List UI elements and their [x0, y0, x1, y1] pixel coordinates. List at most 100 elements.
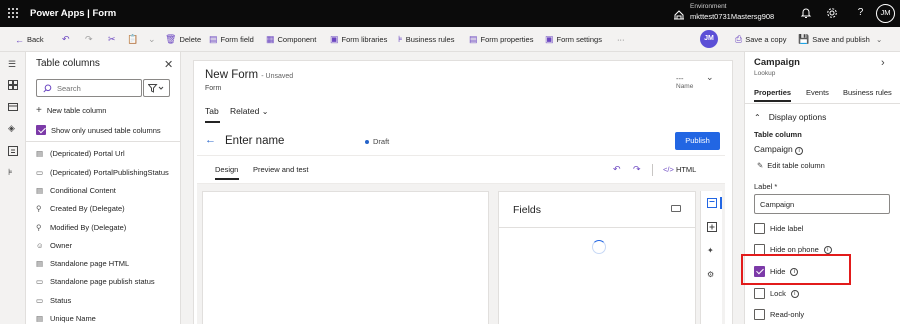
cut-button[interactable]: ✂	[108, 27, 116, 52]
tab-properties[interactable]: Properties	[754, 88, 791, 97]
show-unused-checkbox[interactable]: Show only unused table columns	[36, 125, 161, 135]
layers-icon[interactable]: ◈	[8, 123, 18, 133]
close-icon[interactable]: ✕	[164, 58, 173, 71]
html-button[interactable]: </> HTML	[663, 165, 696, 174]
notifications-icon[interactable]	[800, 7, 813, 20]
redo-button[interactable]: ↷	[85, 27, 93, 52]
header-field-value[interactable]: ---	[676, 74, 684, 83]
column-item[interactable]: ⚲ Modified By (Delegate)	[36, 223, 126, 232]
table-columns-icon[interactable]	[8, 102, 18, 112]
tab-events[interactable]: Events	[806, 88, 829, 97]
fields-toggle-icon[interactable]	[671, 205, 681, 212]
read-only-checkbox[interactable]: Read-only	[754, 309, 804, 320]
top-bar: Power Apps | Form Environment mkttest073…	[0, 0, 900, 27]
label-input[interactable]: Campaign	[754, 194, 890, 214]
redo-icon[interactable]: ↷	[633, 164, 641, 175]
back-button[interactable]: ← Back	[15, 27, 44, 52]
component-button[interactable]: ▦ Component	[266, 27, 316, 52]
record-name[interactable]: Enter name	[225, 135, 284, 147]
add-component-icon[interactable]	[707, 222, 717, 232]
app-launcher-icon[interactable]	[7, 7, 19, 19]
chevron-down-icon[interactable]: ⌄	[706, 72, 714, 83]
form-libraries-button[interactable]: ▣ Form libraries	[330, 27, 387, 52]
tools-icon[interactable]: ⚙	[707, 270, 717, 280]
editor-tabs: Design Preview and test ↶ ↷ </> HTML	[197, 156, 725, 184]
undo-icon: ↶	[62, 34, 70, 44]
form-field-icon: ▤	[209, 34, 218, 44]
tab-active-indicator	[754, 100, 791, 102]
publish-button[interactable]: Publish	[675, 132, 720, 150]
form-field-button[interactable]: ▤ Form field	[209, 27, 254, 52]
back-arrow-icon[interactable]: ←	[205, 134, 216, 146]
new-table-column-button[interactable]: + New table column	[36, 105, 106, 116]
display-options-toggle[interactable]: ⌃ Display options	[754, 112, 826, 122]
status-dot-icon	[365, 139, 369, 144]
column-item[interactable]: ▤ (Depricated) Portal Url	[36, 149, 125, 158]
column-item[interactable]: ▭ Status	[36, 296, 71, 305]
info-icon[interactable]: i	[790, 289, 799, 298]
search-icon	[43, 84, 52, 93]
column-item[interactable]: ▤ Unique Name	[36, 314, 96, 323]
save-a-copy-button[interactable]: ⎙ Save a copy	[735, 27, 786, 52]
lookup-icon: ⚲	[36, 203, 42, 213]
tab-business-rules[interactable]: Business rules	[843, 88, 892, 97]
checkbox-checked-icon	[36, 125, 46, 135]
paste-button[interactable]: 📋	[127, 27, 138, 52]
active-indicator	[720, 197, 722, 209]
hamburger-menu-icon[interactable]: ☰	[8, 59, 18, 69]
form-section-placeholder[interactable]	[202, 191, 489, 324]
search-input[interactable]: Search	[36, 79, 142, 97]
more-commands-button[interactable]: ···	[617, 27, 625, 52]
column-item[interactable]: ☺ Owner	[36, 241, 72, 250]
divider	[499, 227, 695, 228]
hide-label-checkbox[interactable]: Hide label	[754, 223, 803, 234]
form-subtitle: Form	[205, 85, 222, 92]
column-item[interactable]: ▭ (Depricated) PortalPublishingStatus	[36, 168, 169, 177]
delete-button[interactable]: 🗑 Delete	[165, 27, 201, 52]
tab-preview-and-test[interactable]: Preview and test	[253, 165, 308, 174]
presence-avatar[interactable]: JM	[700, 30, 718, 48]
column-item[interactable]: ⚲ Created By (Delegate)	[36, 204, 125, 213]
fields-title: Fields	[513, 204, 542, 216]
divider	[745, 103, 900, 104]
header-field-label: Name	[676, 83, 694, 90]
settings-gear-icon[interactable]	[826, 7, 839, 20]
info-icon[interactable]: i	[823, 245, 832, 254]
tab-design[interactable]: Design	[215, 165, 238, 174]
chevron-right-icon[interactable]: ›	[881, 57, 885, 69]
edit-table-column-link[interactable]: ✎ Edit table column	[757, 161, 825, 170]
lock-checkbox[interactable]: Lock i	[754, 288, 799, 299]
text-field-icon: ▤	[36, 148, 44, 158]
save-and-publish-button[interactable]: 💾 Save and publish	[798, 27, 870, 52]
column-item[interactable]: ▭ Standalone page publish status	[36, 277, 155, 286]
paste-icon: 📋	[127, 34, 139, 44]
form-libraries-icon[interactable]	[8, 146, 18, 156]
components-icon[interactable]	[8, 80, 18, 90]
column-item[interactable]: ▤ Standalone page HTML	[36, 259, 129, 268]
fields-pane-icon[interactable]	[707, 198, 717, 208]
form-settings-button[interactable]: ▣ Form settings	[545, 27, 602, 52]
loading-spinner-icon	[592, 240, 606, 254]
code-icon: </>	[663, 165, 674, 174]
pin-icon[interactable]: ✦	[707, 246, 717, 256]
business-rules-button[interactable]: ⊧ Business rules	[398, 27, 454, 52]
save-publish-icon: 💾	[798, 34, 810, 44]
undo-icon[interactable]: ↶	[613, 164, 621, 175]
draft-status: Draft	[365, 137, 389, 146]
text-field-icon: ▤	[36, 313, 44, 323]
environment-name[interactable]: mkttest0731Mastersg908	[690, 12, 774, 21]
command-bar: ← Back ↶ ↷ ✂ 📋 ⌄ 🗑 Delete ▤ Form field ▦ Com…	[0, 27, 900, 52]
undo-button[interactable]: ↶	[62, 27, 70, 52]
more-paste-chevron-icon[interactable]: ⌄	[148, 27, 156, 52]
help-icon[interactable]: ?	[854, 7, 867, 20]
tab-related[interactable]: Related ⌄	[230, 106, 268, 116]
save-options-chevron-icon[interactable]: ⌄	[876, 27, 882, 52]
tab-main[interactable]: Tab	[205, 106, 219, 116]
user-avatar[interactable]: JM	[876, 4, 895, 23]
info-icon[interactable]: i	[795, 147, 804, 155]
form-properties-button[interactable]: ▤ Form properties	[469, 27, 533, 52]
filter-button[interactable]	[143, 79, 170, 97]
column-item[interactable]: ▤ Conditional Content	[36, 186, 116, 195]
tree-view-icon[interactable]: ⊧	[8, 167, 18, 177]
pencil-icon: ✎	[757, 161, 764, 170]
